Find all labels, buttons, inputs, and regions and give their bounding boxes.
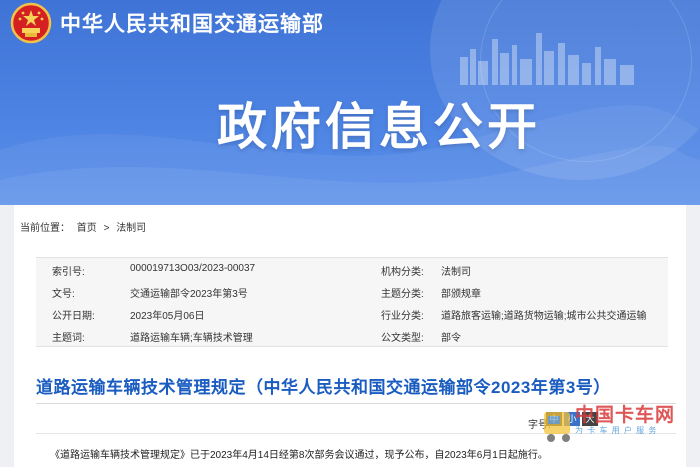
watermark-subtitle: 为 卡 车 用 户 服 务 — [575, 426, 658, 435]
meta-value: 道路运输车辆;车辆技术管理 — [130, 333, 253, 344]
meta-value: 2023年05月06日 — [130, 311, 205, 322]
meta-row: 主题词: 道路运输车辆;车辆技术管理 公文类型: 部令 — [36, 324, 668, 346]
meta-key: 索引号: — [52, 267, 85, 278]
breadcrumb-separator: > — [103, 223, 110, 234]
meta-value: 部令 — [441, 333, 461, 344]
document-meta-table: 索引号: 000019713O03/2023-00037 机构分类: 法制司 文… — [36, 257, 668, 347]
breadcrumb-home-link[interactable]: 首页 — [77, 223, 97, 234]
breadcrumb-current-link[interactable]: 法制司 — [116, 223, 146, 234]
meta-value: 部颁规章 — [441, 289, 481, 300]
ministry-name[interactable]: 中华人民共和国交通运输部 — [60, 8, 324, 38]
meta-value: 道路旅客运输;道路货物运输;城市公共交通运输 — [441, 311, 647, 322]
breadcrumb: 当前位置： 首页 > 法制司 — [20, 219, 150, 234]
header-banner: 中华人民共和国交通运输部 政府信息公开 — [0, 0, 700, 205]
document-title: 道路运输车辆技术管理规定（中华人民共和国交通运输部令2023年第3号） — [36, 378, 611, 397]
meta-key: 文号: — [52, 289, 75, 300]
meta-value: 交通运输部令2023年第3号 — [130, 289, 248, 300]
meta-key: 主题词: — [52, 333, 85, 344]
national-emblem-icon — [10, 2, 52, 44]
meta-key: 公开日期: — [52, 311, 95, 322]
watermark-logo: 中国卡车网 — [575, 404, 676, 426]
meta-key: 主题分类: — [381, 289, 424, 300]
meta-key: 行业分类: — [381, 311, 424, 322]
meta-row: 公开日期: 2023年05月06日 行业分类: 道路旅客运输;道路货物运输;城市… — [36, 302, 668, 324]
breadcrumb-label: 当前位置： — [20, 223, 70, 234]
banner-title: 政府信息公开 — [217, 99, 541, 155]
meta-value: 000019713O03/2023-00037 — [130, 263, 256, 274]
meta-key: 公文类型: — [381, 333, 424, 344]
document-body-text: 《道路运输车辆技术管理规定》已于2023年4月14日经第8次部务会议通过，现予公… — [50, 450, 548, 461]
meta-key: 机构分类: — [381, 267, 424, 278]
meta-row: 索引号: 000019713O03/2023-00037 机构分类: 法制司 — [36, 258, 668, 280]
meta-row: 文号: 交通运输部令2023年第3号 主题分类: 部颁规章 — [36, 280, 668, 302]
meta-value: 法制司 — [441, 267, 471, 278]
